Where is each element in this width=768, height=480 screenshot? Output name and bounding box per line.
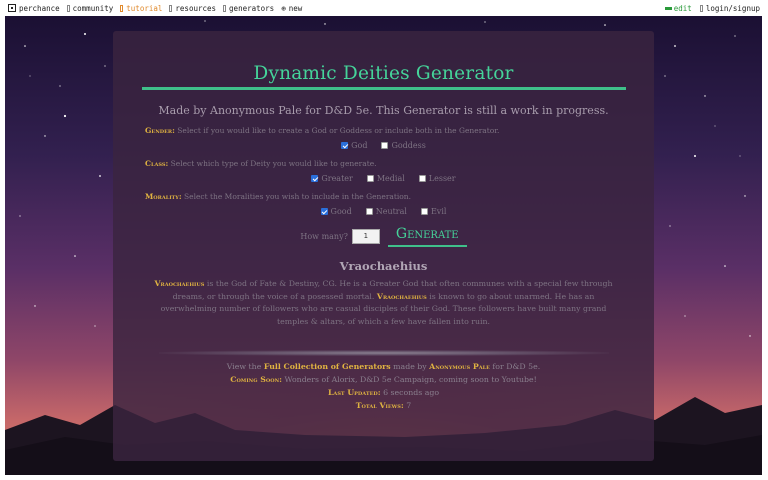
login-link[interactable]: login/signup — [699, 3, 760, 13]
good-checkbox[interactable] — [320, 208, 328, 215]
morality-section: Morality: Select the Moralities you wish… — [113, 192, 654, 201]
for-text: for D&D 5e. — [489, 362, 541, 371]
footer-coming-soon: Coming Soon: Wonders of Alorix, D&D 5e C… — [113, 373, 654, 386]
class-label: Class: — [145, 159, 169, 168]
nav-resources-label: resources — [175, 3, 217, 13]
view-prefix: View the — [226, 362, 264, 371]
gender-options: God Goddess — [113, 141, 654, 150]
page-title: Dynamic Deities Generator — [253, 63, 514, 84]
medial-label: Medial — [376, 174, 405, 183]
class-option-lesser[interactable]: Lesser — [418, 174, 456, 183]
goddess-label: Goddess — [391, 141, 426, 150]
tutorial-icon — [120, 4, 124, 12]
class-help-text: Select which type of Deity you would lik… — [168, 159, 377, 168]
gender-section: Gender: Select if you would like to crea… — [113, 126, 654, 135]
generators-icon — [223, 4, 227, 12]
greater-label: Greater — [321, 174, 353, 183]
footer-divider — [158, 350, 609, 356]
nav-generators-label: generators — [229, 3, 275, 13]
author-link[interactable]: Anonymous Pale — [429, 362, 490, 371]
neutral-label: Neutral — [375, 207, 407, 216]
nav-home-link[interactable]: perchance — [8, 4, 60, 13]
gender-help-text: Select if you would like to create a God… — [174, 126, 500, 135]
morality-option-good[interactable]: Good — [320, 207, 352, 216]
generator-panel: Dynamic Deities Generator Made by Anonym… — [113, 31, 654, 461]
morality-option-neutral[interactable]: Neutral — [365, 207, 407, 216]
morality-options: Good Neutral Evil — [113, 207, 654, 216]
evil-checkbox[interactable] — [420, 208, 428, 215]
good-label: Good — [330, 207, 352, 216]
class-section: Class: Select which type of Deity you wo… — [113, 159, 654, 168]
made-by-text: made by — [390, 362, 430, 371]
generate-row: How many? 1 Generate — [113, 226, 654, 247]
edit-link[interactable]: edit — [664, 3, 692, 13]
greater-checkbox[interactable] — [311, 175, 319, 182]
neutral-checkbox[interactable] — [365, 208, 373, 215]
top-nav-bar: perchance community tutorial resources g… — [0, 0, 768, 16]
deity-name-inline: Vraochaehius — [154, 279, 205, 288]
total-views-value: 7 — [403, 401, 412, 410]
footer: View the Full Collection of Generators m… — [113, 360, 654, 412]
god-checkbox[interactable] — [341, 142, 349, 149]
nav-site-label: perchance — [19, 3, 60, 13]
morality-label: Morality: — [145, 192, 182, 201]
plus-circle-icon: ⊕ — [281, 3, 286, 13]
nav-right: edit login/signup — [664, 0, 760, 16]
lesser-checkbox[interactable] — [418, 175, 426, 182]
coming-soon-text: Wonders of Alorix, D&D 5e Campaign, comi… — [282, 375, 537, 384]
morality-option-evil[interactable]: Evil — [420, 207, 447, 216]
last-updated-value: 6 seconds ago — [380, 388, 440, 397]
last-updated-label: Last Updated: — [327, 388, 381, 397]
footer-updated: Last Updated: 6 seconds ago — [113, 386, 654, 399]
goddess-checkbox[interactable] — [381, 142, 389, 149]
footer-collection-line: View the Full Collection of Generators m… — [113, 360, 654, 373]
user-icon — [699, 4, 703, 12]
footer-views: Total Views: 7 — [113, 399, 654, 412]
nav-new-label: new — [288, 3, 303, 13]
resources-icon — [169, 4, 173, 12]
deity-name: Vraochaehius — [339, 259, 428, 273]
deity-name-inline-2: Vraochaehius — [376, 291, 427, 301]
nav-generators-link[interactable]: generators — [223, 4, 274, 13]
how-many-label: How many? — [300, 232, 348, 241]
gender-option-goddess[interactable]: Goddess — [381, 141, 426, 150]
nav-left: perchance community tutorial resources g… — [0, 4, 302, 13]
gender-option-god[interactable]: God — [341, 141, 367, 150]
morality-help-text: Select the Moralities you wish to includ… — [181, 192, 412, 201]
pencil-icon — [664, 6, 672, 10]
nav-new-link[interactable]: ⊕ new — [281, 4, 302, 13]
nav-tutorial-link[interactable]: tutorial — [120, 4, 162, 13]
perchance-logo-icon — [8, 4, 16, 12]
community-icon — [66, 4, 70, 12]
class-option-medial[interactable]: Medial — [366, 174, 405, 183]
how-many-input[interactable]: 1 — [351, 229, 380, 244]
class-option-greater[interactable]: Greater — [311, 174, 353, 183]
nav-community-link[interactable]: community — [66, 3, 114, 13]
credit-line: Made by Anonymous Pale for D&D 5e. This … — [158, 104, 609, 117]
collection-link[interactable]: Full Collection of Generators — [264, 362, 391, 371]
edit-label: edit — [673, 3, 692, 13]
deity-description: Vraochaehius is the God of Fate & Destin… — [145, 278, 623, 328]
generate-button[interactable]: Generate — [387, 226, 467, 247]
title-divider — [141, 87, 626, 90]
class-options: Greater Medial Lesser — [113, 174, 654, 183]
evil-label: Evil — [430, 207, 447, 216]
nav-tutorial-label: tutorial — [126, 3, 163, 13]
nav-resources-link[interactable]: resources — [169, 4, 216, 13]
god-label: God — [351, 141, 368, 150]
gender-label: Gender: — [145, 126, 175, 135]
nav-community-label: community — [72, 3, 114, 13]
total-views-label: Total Views: — [355, 401, 404, 410]
generator-frame: Dynamic Deities Generator Made by Anonym… — [5, 16, 762, 475]
coming-soon-label: Coming Soon: — [230, 375, 283, 384]
login-label: login/signup — [705, 3, 760, 13]
medial-checkbox[interactable] — [366, 175, 374, 182]
lesser-label: Lesser — [428, 174, 456, 183]
